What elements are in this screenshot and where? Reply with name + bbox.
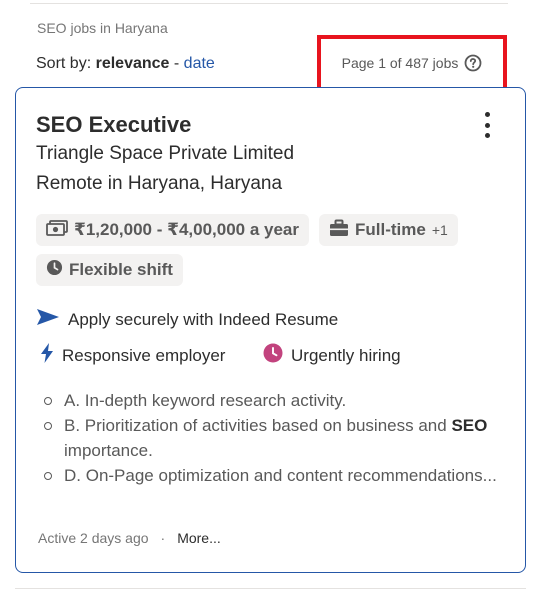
- top-divider: [30, 3, 508, 4]
- card-footer: Active 2 days ago · More...: [38, 530, 221, 546]
- snippet-item: D. On-Page optimization and content reco…: [44, 463, 514, 488]
- job-title[interactable]: SEO Executive: [36, 112, 191, 138]
- posted-date: Active 2 days ago: [38, 530, 149, 546]
- breadcrumb: SEO jobs in Haryana: [37, 20, 168, 36]
- lightning-icon: [40, 343, 54, 368]
- apply-text: Apply securely with Indeed Resume: [68, 309, 339, 329]
- job-type-text: Full-time: [355, 220, 426, 239]
- snippet-item: A. In-depth keyword research activity.: [44, 388, 514, 413]
- send-arrow-icon: [36, 308, 60, 331]
- help-icon[interactable]: [464, 54, 482, 72]
- shift-text: Flexible shift: [69, 260, 173, 279]
- next-card-edge: [15, 588, 526, 589]
- job-type-extra: +1: [431, 222, 448, 238]
- briefcase-icon: [329, 219, 349, 242]
- clock-icon: [46, 259, 63, 281]
- urgent-text: Urgently hiring: [291, 345, 401, 365]
- sort-by-date-link[interactable]: date: [184, 55, 215, 72]
- page-count-text: Page 1 of 487 jobs: [341, 55, 459, 71]
- job-type-tag: Full-time +1: [319, 214, 458, 246]
- more-options-icon[interactable]: [478, 112, 496, 138]
- responsive-employer-feature: Responsive employer: [40, 343, 225, 368]
- sort-prefix: Sort by:: [36, 55, 92, 72]
- easy-apply-feature: Apply securely with Indeed Resume: [36, 308, 338, 331]
- sort-separator: -: [173, 55, 180, 72]
- salary-text: ₹1,20,000 - ₹4,00,000 a year: [74, 220, 299, 239]
- job-card[interactable]: SEO Executive Triangle Space Private Lim…: [15, 87, 526, 573]
- shift-tag: Flexible shift: [36, 254, 183, 286]
- sort-active-relevance: relevance: [95, 55, 170, 72]
- money-icon: [46, 219, 68, 241]
- salary-tag: ₹1,20,000 - ₹4,00,000 a year: [36, 214, 309, 246]
- sort-control: Sort by: relevance - date: [36, 55, 215, 73]
- responsive-text: Responsive employer: [62, 345, 226, 365]
- urgently-hiring-feature: Urgently hiring: [263, 343, 401, 368]
- footer-separator: ·: [160, 530, 166, 546]
- more-link[interactable]: More...: [177, 530, 221, 546]
- urgent-clock-icon: [263, 343, 283, 368]
- snippet-item: B. Prioritization of activities based on…: [44, 413, 514, 463]
- job-location: Remote in Haryana, Haryana: [36, 173, 283, 194]
- page-count-box: Page 1 of 487 jobs: [317, 35, 507, 91]
- job-snippet: A. In-depth keyword research activity. B…: [44, 388, 514, 488]
- company-name: Triangle Space Private Limited: [36, 143, 295, 164]
